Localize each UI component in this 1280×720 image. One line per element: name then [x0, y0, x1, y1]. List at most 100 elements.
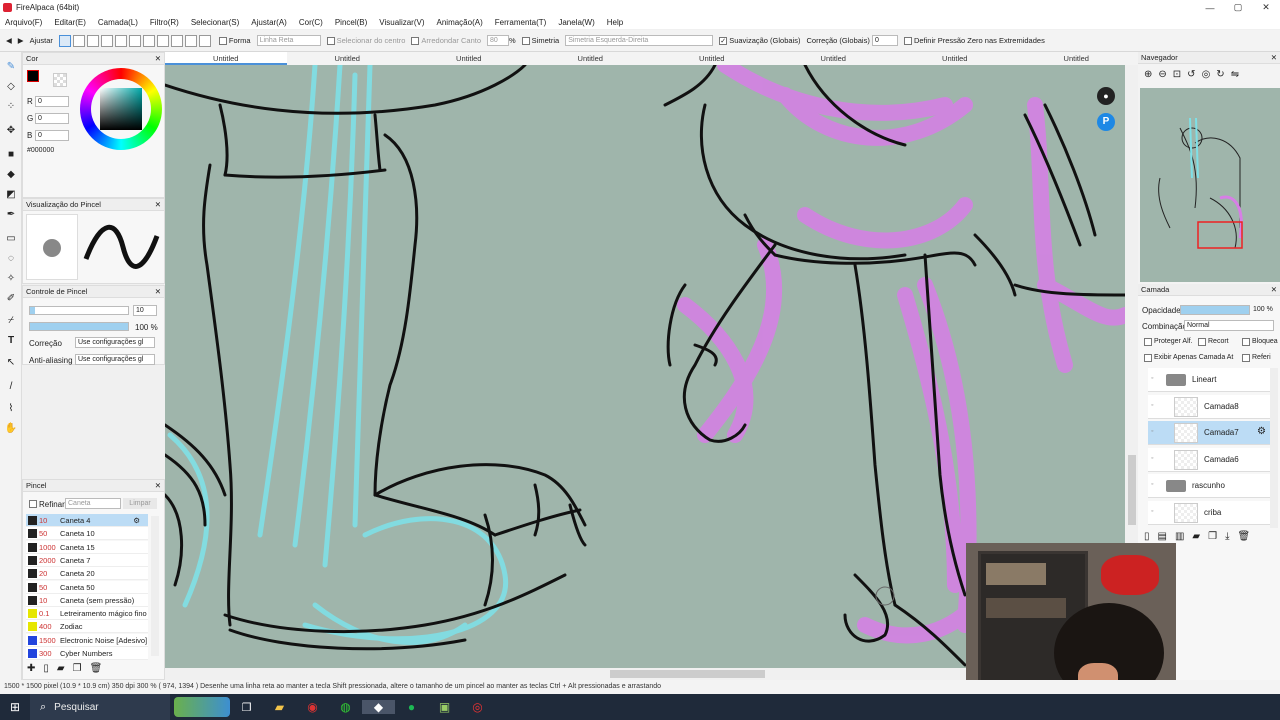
lasso-icon[interactable]: ◌ [4, 252, 18, 266]
centro-checkbox[interactable] [326, 36, 335, 45]
minimize-button[interactable]: — [1196, 0, 1224, 15]
new-brush-icon[interactable]: ▯ [43, 663, 49, 674]
saturation-square[interactable] [100, 88, 142, 130]
magic-wand-icon[interactable]: ✧ [4, 272, 18, 286]
brush-list-item[interactable]: 50 Caneta 50 [26, 580, 148, 594]
tab-untitled[interactable]: Untitled [773, 52, 895, 65]
navigator-preview[interactable] [1140, 88, 1280, 282]
layer-item[interactable]: ◦ Camada8 [1148, 394, 1270, 419]
brush-list-item[interactable]: 2000 Caneta 7 [26, 553, 148, 567]
brush-size-slider[interactable] [29, 306, 129, 315]
correcao-select[interactable]: Use configurações gl [75, 337, 155, 348]
move-icon[interactable]: ✥ [4, 124, 18, 138]
text-icon[interactable]: T [4, 334, 18, 348]
brush-list-item[interactable]: 0.1 Letreiramento mágico fino [26, 607, 148, 621]
layer-item[interactable]: ◦ criba [1148, 500, 1270, 525]
new-layer-icon[interactable]: ▯ [1144, 531, 1150, 542]
avatar-icon[interactable]: ● [1097, 87, 1115, 105]
tab-untitled[interactable]: Untitled [165, 52, 287, 65]
new-layer-1bit-icon[interactable]: ▥ [1175, 531, 1184, 542]
delete-layer-icon[interactable]: 🗑 [1238, 531, 1251, 542]
rotate-right-icon[interactable]: ↻ [1216, 69, 1224, 80]
layer-folder[interactable]: ◦ Lineart [1148, 368, 1270, 392]
correcao-select[interactable]: 0 [871, 35, 898, 46]
dot-brush-icon[interactable]: ⁘ [4, 100, 18, 114]
arredondar-checkbox[interactable] [411, 36, 420, 45]
lock-checkbox[interactable] [1242, 338, 1250, 346]
menu-ajustar[interactable]: Ajustar(A) [251, 18, 287, 27]
app-icon[interactable]: ▣ [428, 700, 461, 714]
tab-untitled[interactable]: Untitled [1016, 52, 1138, 65]
brush-list-item[interactable]: 20 Caneta 20 [26, 567, 148, 581]
menu-editar[interactable]: Editar(E) [54, 18, 86, 27]
forward-arrow-icon[interactable]: ▶ [18, 36, 24, 45]
tab-untitled[interactable]: Untitled [530, 52, 652, 65]
dropper-icon[interactable]: ⌇ [4, 402, 18, 416]
layer-item[interactable]: ◦ Camada7 ⚙ [1148, 421, 1270, 445]
curve-icon[interactable] [142, 34, 155, 47]
brush-list-item[interactable]: 1500 Electronic Noise [Adesivo] [26, 633, 148, 647]
brush-size-input[interactable]: 10 [133, 305, 157, 316]
secondary-color-swatch[interactable] [53, 73, 67, 87]
hand-icon[interactable]: ✋ [4, 422, 18, 436]
obs-icon[interactable]: ◎ [461, 700, 494, 714]
tab-untitled[interactable]: Untitled [651, 52, 773, 65]
menu-pincel[interactable]: Pincel(B) [335, 18, 367, 27]
close-icon[interactable]: ✕ [155, 53, 161, 65]
menu-filtro[interactable]: Filtro(R) [150, 18, 179, 27]
flip-icon[interactable]: ⇋ [1231, 69, 1239, 80]
maximize-button[interactable]: ▢ [1224, 0, 1252, 15]
grid-icon[interactable] [86, 34, 99, 47]
brush-list-item[interactable]: 50 Caneta 10 [26, 527, 148, 541]
select-pen-icon[interactable]: ✐ [4, 292, 18, 306]
merge-down-icon[interactable]: ⤓ [1225, 531, 1229, 542]
refinar-checkbox[interactable] [29, 500, 37, 508]
pressao-checkbox[interactable] [903, 36, 912, 45]
reset-rotation-icon[interactable]: ◎ [1202, 69, 1211, 80]
brush-search-input[interactable]: Caneta [65, 498, 121, 509]
menu-ferramenta[interactable]: Ferramenta(T) [495, 18, 547, 27]
menu-animacao[interactable]: Animação(A) [437, 18, 483, 27]
b-input[interactable]: 0 [35, 130, 69, 141]
r-input[interactable]: 0 [35, 96, 69, 107]
protect-alpha-checkbox[interactable] [1144, 338, 1152, 346]
simetria-select[interactable]: Simetria Esquerda-Direita [565, 35, 714, 46]
close-button[interactable]: ✕ [1252, 0, 1280, 15]
brush-list-item[interactable]: 10 Caneta 4 ⚙ [26, 514, 148, 527]
gear-icon[interactable]: ⚙ [1257, 426, 1266, 437]
file-explorer-icon[interactable]: ▰ [263, 700, 296, 714]
taskbar-search[interactable]: ⌕ Pesquisar [30, 694, 170, 720]
new-layer-8bit-icon[interactable]: ▤ [1158, 531, 1167, 542]
visibility-eye-icon[interactable]: ◦ [1151, 375, 1153, 382]
simetria-checkbox[interactable] [521, 36, 530, 45]
visibility-eye-icon[interactable]: ◦ [1151, 402, 1153, 409]
grid-icon[interactable] [58, 34, 71, 47]
forma-select[interactable]: Linha Reta [256, 35, 321, 46]
show-current-checkbox[interactable] [1144, 354, 1152, 362]
forma-checkbox[interactable] [218, 36, 227, 45]
opera-icon[interactable]: ◉ [296, 700, 329, 714]
brush-list-item[interactable]: 1000 Caneta 15 [26, 540, 148, 554]
grid-icon[interactable] [170, 34, 183, 47]
tab-untitled[interactable]: Untitled [894, 52, 1016, 65]
firealpaca-icon[interactable]: ◆ [362, 700, 395, 714]
fill-icon[interactable]: ■ [4, 148, 18, 162]
task-view-icon[interactable]: ❐ [230, 701, 263, 714]
visibility-eye-icon[interactable]: ◦ [1151, 508, 1153, 515]
zoom-in-icon[interactable]: ⊕ [1144, 69, 1152, 80]
trash-icon[interactable]: 🗑 [90, 663, 103, 674]
menu-selecionar[interactable]: Selecionar(S) [191, 18, 239, 27]
menu-camada[interactable]: Camada(L) [98, 18, 138, 27]
close-icon[interactable]: ✕ [155, 286, 161, 298]
rect-select-icon[interactable]: ▭ [4, 232, 18, 246]
brush-list-item[interactable]: 400 Zodiac [26, 620, 148, 634]
new-folder-icon[interactable]: ▰ [1192, 531, 1200, 542]
visibility-eye-icon[interactable]: ◦ [1151, 428, 1153, 435]
menu-help[interactable]: Help [607, 18, 623, 27]
add-brush-icon[interactable]: ✚ [27, 663, 35, 674]
operation-icon[interactable]: ↖ [4, 356, 18, 370]
fit-icon[interactable]: ⊡ [1173, 69, 1181, 80]
bucket-icon[interactable]: ◆ [4, 168, 18, 182]
blend-select[interactable]: Normal [1184, 320, 1274, 331]
folder-icon[interactable]: ▰ [57, 663, 65, 674]
